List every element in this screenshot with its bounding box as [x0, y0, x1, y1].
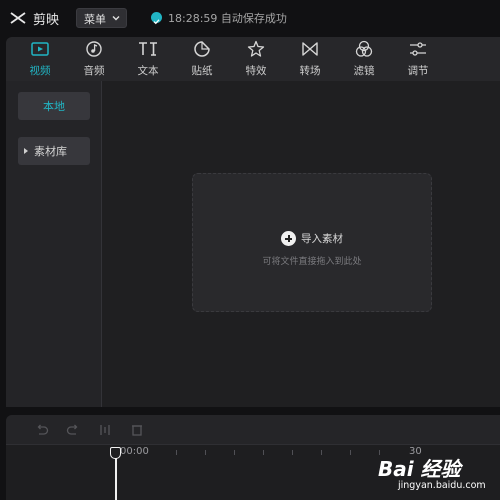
tab-effects-label: 特效 [245, 65, 267, 77]
tab-sticker-label: 贴纸 [191, 65, 213, 77]
import-media-label[interactable]: 导入素材 [301, 231, 343, 246]
delete-icon[interactable] [130, 423, 144, 437]
tab-transition[interactable]: 转场 [284, 37, 336, 81]
ruler-tick [321, 450, 322, 455]
app-name: 剪映 [33, 13, 60, 28]
sliders-icon [410, 42, 426, 56]
time-label-start: 00:00 [120, 446, 149, 457]
tab-text-label: 文本 [137, 65, 159, 77]
title-bar: 剪映 菜单 18:28:59 自动保存成功 [0, 0, 500, 36]
import-dropzone[interactable]: 导入素材 可将文件直接拖入到此处 [192, 173, 432, 312]
tab-audio[interactable]: 音频 [68, 37, 120, 81]
ruler-tick [292, 450, 293, 455]
media-sidebar: 本地 素材库 [6, 81, 102, 407]
ruler-tick [234, 450, 235, 455]
sidebar-item-library-label: 素材库 [34, 145, 67, 158]
autosave-status: 18:28:59 自动保存成功 [168, 12, 287, 25]
undo-icon[interactable] [35, 423, 49, 437]
redo-icon[interactable] [66, 423, 80, 437]
tab-adjust-label: 调节 [407, 65, 429, 77]
sidebar-item-library[interactable]: 素材库 [18, 137, 90, 165]
video-icon [31, 42, 49, 56]
drop-hint: 可将文件直接拖入到此处 [262, 257, 362, 267]
watermark-brand: Bai 经验 [378, 457, 461, 481]
caret-right-icon [24, 148, 28, 154]
watermark-url: jingyan.baidu.com [398, 480, 486, 491]
chevron-down-icon [112, 16, 120, 21]
sticker-icon [194, 41, 210, 57]
tab-effects[interactable]: 特效 [230, 37, 282, 81]
ruler-tick [205, 450, 206, 455]
tab-video-label: 视频 [29, 65, 51, 77]
music-note-icon [86, 41, 102, 57]
tab-filter[interactable]: 滤镜 [338, 37, 390, 81]
ruler-tick [263, 450, 264, 455]
sidebar-item-local[interactable]: 本地 [18, 92, 90, 120]
sidebar-item-local-label: 本地 [43, 100, 65, 113]
media-panel: 本地 素材库 导入素材 可将文件直接拖入到此处 [6, 81, 500, 407]
menu-button[interactable]: 菜单 [76, 8, 127, 28]
split-icon[interactable] [98, 423, 112, 437]
tab-sticker[interactable]: 贴纸 [176, 37, 228, 81]
tab-transition-label: 转场 [299, 65, 321, 77]
timeline-toolbar [6, 415, 500, 445]
text-icon [139, 42, 157, 56]
transition-icon [302, 42, 318, 56]
filter-circles-icon [355, 40, 373, 57]
tab-filter-label: 滤镜 [353, 65, 375, 77]
app-window: 剪映 菜单 18:28:59 自动保存成功 视频 音频 文本 贴纸 特效 转场 … [0, 0, 500, 500]
ruler-tick [350, 450, 351, 455]
media-toolbar: 视频 音频 文本 贴纸 特效 转场 滤镜 调节 [6, 37, 500, 81]
ruler-tick [176, 450, 177, 455]
menu-label: 菜单 [84, 13, 106, 26]
sparkle-star-icon [247, 40, 265, 57]
check-circle-icon [151, 12, 162, 25]
tab-adjust[interactable]: 调节 [392, 37, 444, 81]
tab-text[interactable]: 文本 [122, 37, 174, 81]
tab-audio-label: 音频 [83, 65, 105, 77]
tab-video[interactable]: 视频 [14, 37, 66, 81]
playhead-handle[interactable] [110, 447, 121, 459]
baidu-jingyan-watermark: Bai 经验 jingyan.baidu.com [378, 447, 500, 497]
capcut-logo-icon [10, 12, 26, 24]
plus-circle-icon[interactable] [281, 231, 296, 246]
